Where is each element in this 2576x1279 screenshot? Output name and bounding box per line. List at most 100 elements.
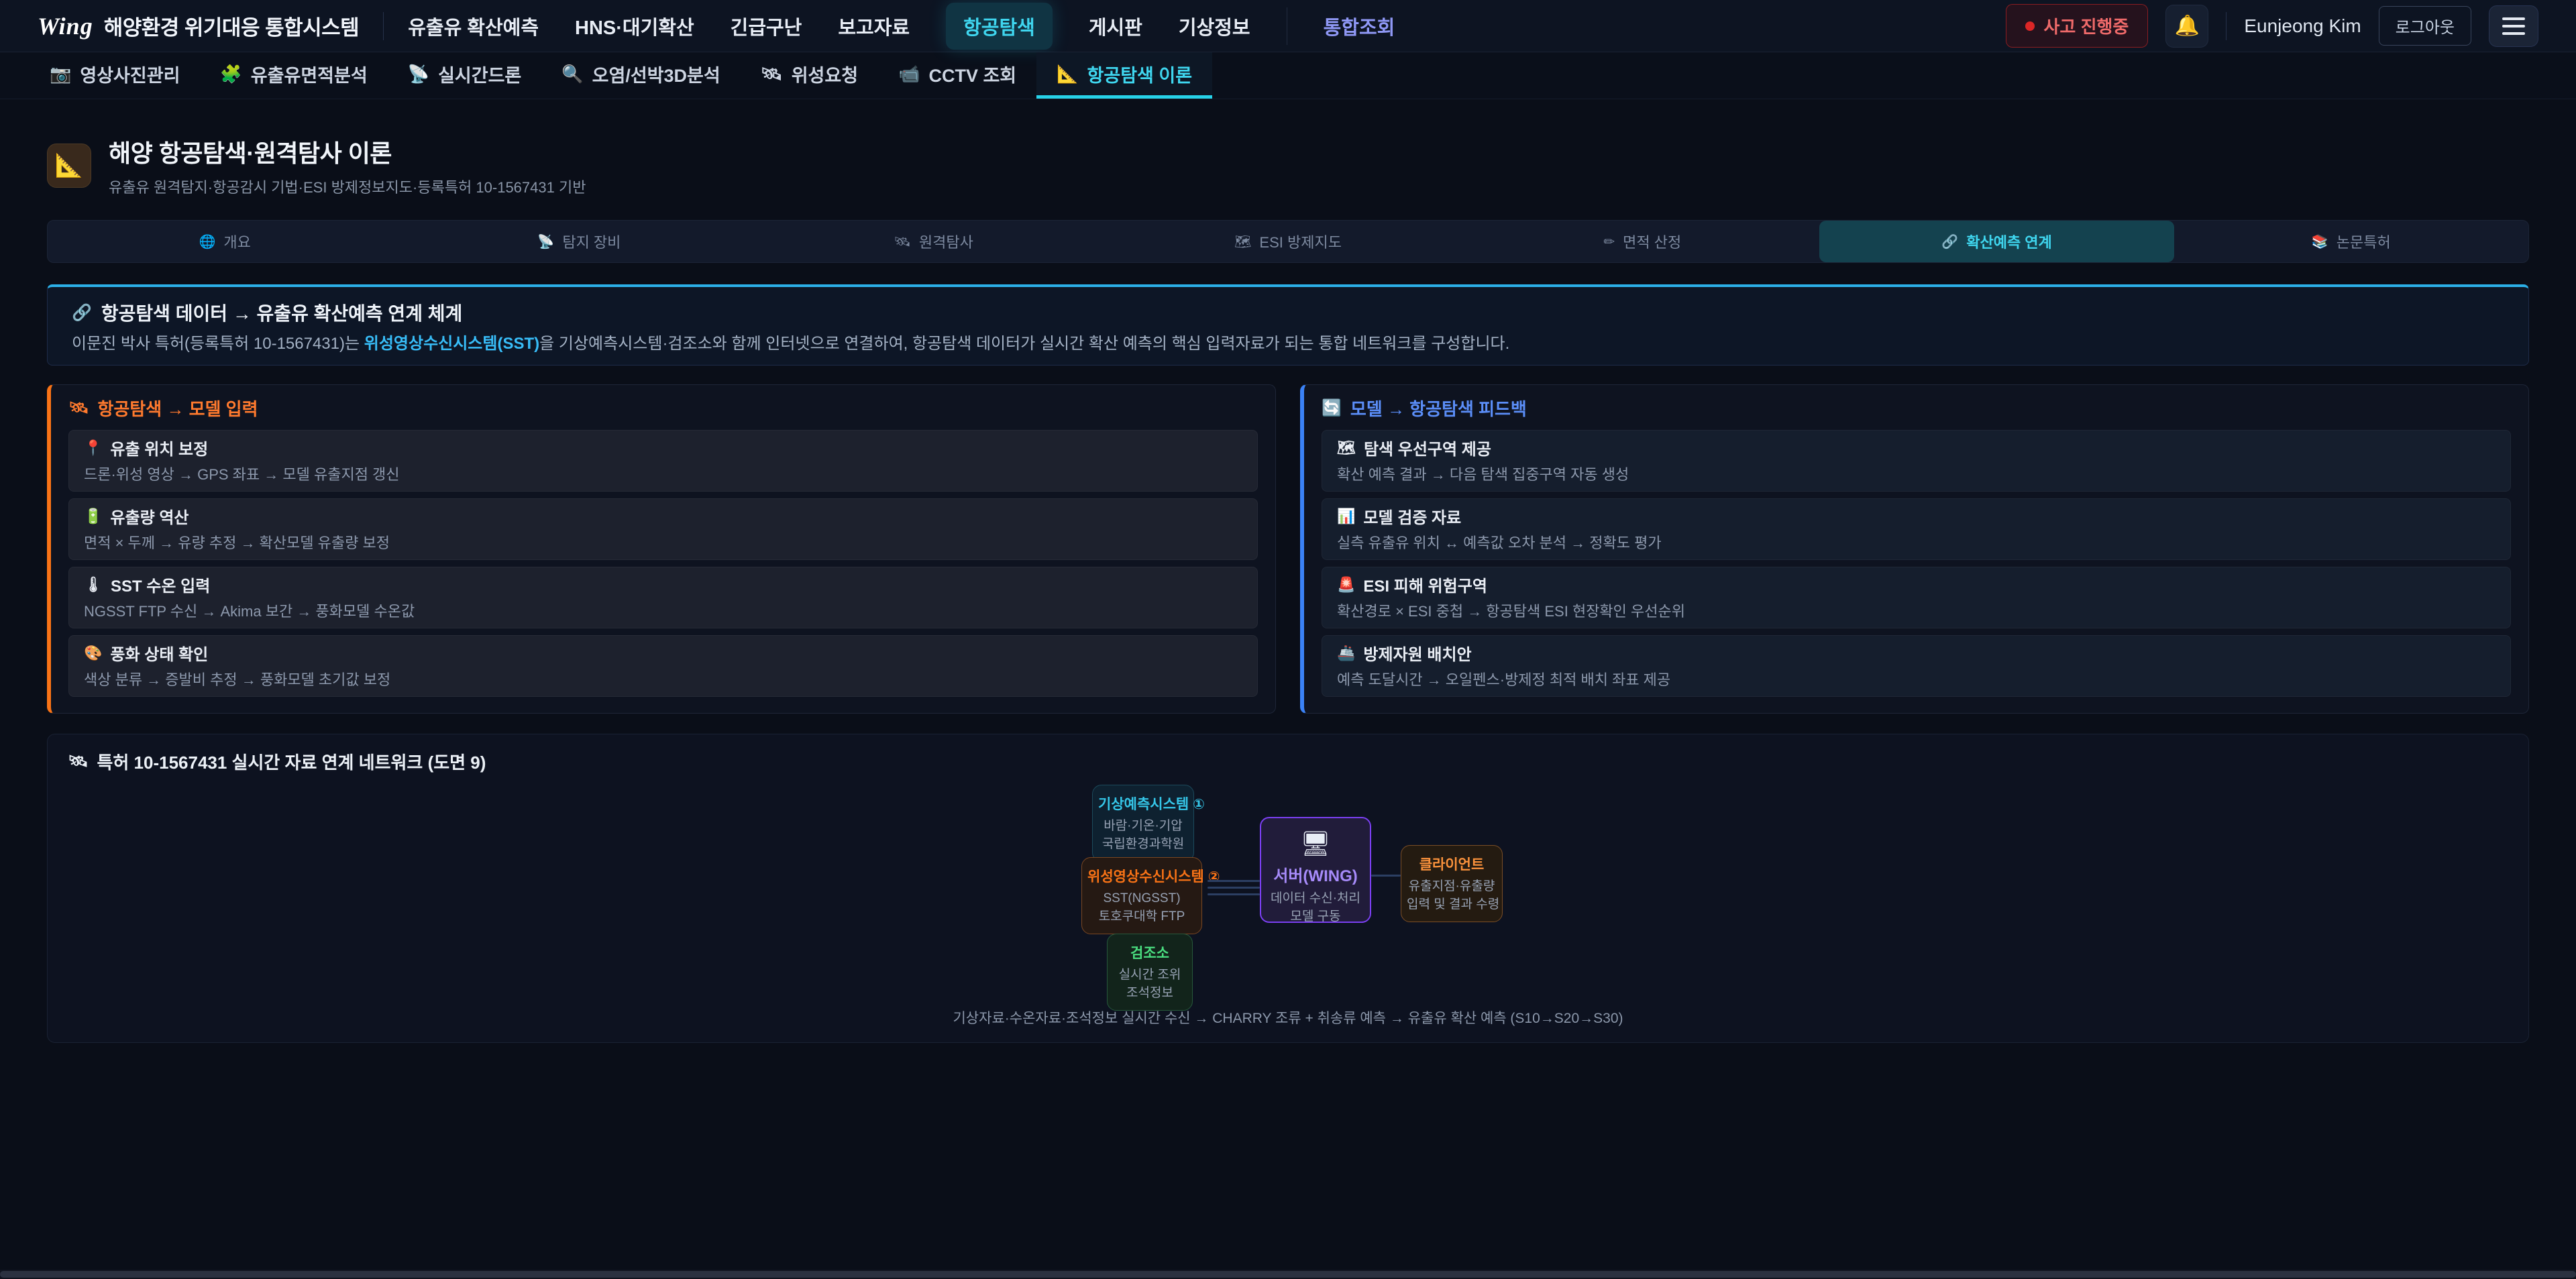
linkage-cards-row: 🛰 항공탐색 → 모델 입력 📍유출 위치 보정 드론·위성 영상 → GPS … — [47, 384, 2529, 714]
list-item-response-resources[interactable]: 🚢방제자원 배치안 예측 도달시간 → 오일펜스·방제정 최적 배치 좌표 제공 — [1322, 635, 2511, 697]
nav-board[interactable]: 게시판 — [1089, 12, 1142, 40]
siren-icon: 🚨 — [1337, 576, 1355, 594]
subnav-pollution-3d-analysis[interactable]: 🔍 오염/선박3D분석 — [541, 52, 740, 99]
horizontal-scrollbar[interactable] — [0, 1270, 2576, 1279]
page-title: 해양 항공탐색·원격탐사 이론 — [109, 134, 586, 169]
subnav-satellite-request[interactable]: 🛰 위성요청 — [741, 52, 878, 99]
subnav-label: 항공탐색 이론 — [1087, 61, 1193, 87]
item-desc: 실측 유출유 위치 ↔ 예측값 오차 분석 → 정확도 평가 — [1337, 531, 2496, 553]
nav-aerial-search[interactable]: 항공탐색 — [946, 3, 1053, 50]
connector-line — [1371, 875, 1401, 877]
tab-papers-patents[interactable]: 📚 논문특허 — [2174, 221, 2528, 262]
bar-chart-icon: 📊 — [1337, 508, 1355, 525]
header-right-cluster: 사고 진행중 🔔 Eunjeong Kim 로그아웃 — [2006, 4, 2539, 48]
nav-oil-spill-forecast[interactable]: 유출유 확산예측 — [408, 12, 539, 40]
node-wing-server[interactable]: 🖥 서버(WING) 데이터 수신·처리 모델 구동 — [1260, 817, 1371, 923]
theory-tab-strip: 🌐 개요 📡 탐지 장비 🛰 원격탐사 🗺 ESI 방제지도 ✏ 면적 산정 🔗 — [47, 220, 2529, 263]
item-title: 모델 검증 자료 — [1363, 504, 1461, 528]
subnav-photo-management[interactable]: 📷 영상사진관리 — [30, 52, 200, 99]
intro-title: 항공탐색 데이터 → 유출유 확산예측 연계 체계 — [101, 299, 462, 326]
tab-remote-sensing[interactable]: 🛰 원격탐사 — [757, 221, 1111, 262]
node-line: 모델 구동 — [1267, 907, 1364, 926]
list-item-esi-risk-zone[interactable]: 🚨ESI 피해 위험구역 확산경로 × ESI 중첩 → 항공탐색 ESI 현장… — [1322, 567, 2511, 628]
node-line: 실시간 조위 — [1113, 966, 1187, 984]
notifications-button[interactable]: 🔔 — [2165, 5, 2208, 48]
subnav-label: 유출유면적분석 — [251, 61, 368, 87]
triangle-ruler-icon: 📐 — [1057, 64, 1078, 85]
app-logo[interactable]: Wing 해양환경 위기대응 통합시스템 — [38, 11, 359, 41]
main-content: 📐 해양 항공탐색·원격탐사 이론 유출유 원격탐지·항공감시 기법·ESI 방… — [0, 99, 2576, 1043]
node-client[interactable]: 클라이언트 유출지점·유출량 입력 및 결과 수령 — [1401, 845, 1503, 922]
satellite-icon: 🛰 — [894, 233, 911, 250]
patent-network-panel: 🛰 특허 10-1567431 실시간 자료 연계 네트워크 (도면 9) 기상… — [47, 734, 2529, 1043]
incident-status-badge[interactable]: 사고 진행중 — [2006, 4, 2149, 48]
list-item-priority-zone[interactable]: 🗺탐색 우선구역 제공 확산 예측 결과 → 다음 탐색 집중구역 자동 생성 — [1322, 430, 2511, 492]
item-desc: 드론·위성 영상 → GPS 좌표 → 모델 유출지점 갱신 — [84, 463, 1242, 484]
tab-area-calculation[interactable]: ✏ 면적 산정 — [1465, 221, 1819, 262]
intro-desc-post: 을 기상예측시스템·검조소와 함께 인터넷으로 연결하여, 항공탐색 데이터가 … — [539, 335, 1509, 353]
sst-system-link[interactable]: 위성영상수신시스템(SST) — [364, 335, 539, 353]
tab-label: 개요 — [223, 231, 250, 252]
camera-icon: 📷 — [50, 64, 71, 85]
card-item-list: 📍유출 위치 보정 드론·위성 영상 → GPS 좌표 → 모델 유출지점 갱신… — [68, 430, 1258, 697]
tab-forecast-linkage[interactable]: 🔗 확산예측 연계 — [1819, 221, 2174, 262]
tab-esi-map[interactable]: 🗺 ESI 방제지도 — [1111, 221, 1465, 262]
list-item-spill-location[interactable]: 📍유출 위치 보정 드론·위성 영상 → GPS 좌표 → 모델 유출지점 갱신 — [68, 430, 1258, 492]
nav-integrated-search[interactable]: 통합조회 — [1324, 12, 1395, 40]
list-item-spill-volume[interactable]: 🔋유출량 역산 면적 × 두께 → 유량 추정 → 확산모델 유출량 보정 — [68, 498, 1258, 560]
list-item-model-validation[interactable]: 📊 모델 검증 자료 실측 유출유 위치 ↔ 예측값 오차 분석 → 정확도 평가 — [1322, 498, 2511, 560]
menu-button[interactable] — [2489, 5, 2538, 47]
card-title-row: 🛰 항공탐색 → 모델 입력 — [68, 396, 1258, 421]
subnav-label: 영상사진관리 — [80, 61, 180, 87]
thermometer-icon: 🌡 — [84, 576, 103, 594]
tab-detection-equipment[interactable]: 📡 탐지 장비 — [402, 221, 756, 262]
subnav-label: 위성요청 — [792, 61, 858, 87]
nav-weather-info[interactable]: 기상정보 — [1179, 12, 1250, 40]
menu-icon — [2502, 17, 2525, 20]
nav-hns-atmospheric[interactable]: HNS·대기확산 — [575, 12, 694, 40]
tab-label: 확산예측 연계 — [1966, 231, 2052, 252]
network-caption: 기상자료·수온자료·조석정보 실시간 수신 → CHARRY 조류 + 취송류 … — [68, 1007, 2508, 1027]
intro-description: 이문진 박사 특허(등록특허 10-1567431)는 위성영상수신시스템(SS… — [72, 334, 2504, 354]
card-title: 모델 → 항공탐색 피드백 — [1350, 396, 1527, 421]
node-line: 데이터 수신·처리 — [1267, 889, 1364, 907]
logout-button[interactable]: 로그아웃 — [2379, 6, 2471, 46]
item-desc: 면적 × 두께 → 유량 추정 → 확산모델 유출량 보정 — [84, 531, 1242, 553]
list-item-weathering-state[interactable]: 🎨풍화 상태 확인 색상 분류 → 증발비 추정 → 풍화모델 초기값 보정 — [68, 635, 1258, 697]
subnav-label: 오염/선박3D분석 — [592, 61, 720, 87]
subnav-cctv[interactable]: 📹 CCTV 조회 — [878, 52, 1036, 99]
node-weather-forecast-system[interactable]: 기상예측시스템 ① 바람·기온·기압 국립환경과학원 — [1092, 785, 1194, 862]
nav-emergency-rescue[interactable]: 긴급구난 — [731, 12, 802, 40]
satellite-icon: 🛰 — [761, 64, 783, 85]
intro-title-row: 🔗 항공탐색 데이터 → 유출유 확산예측 연계 체계 — [72, 299, 2504, 326]
node-line: 바람·기온·기압 — [1098, 817, 1188, 835]
tab-overview[interactable]: 🌐 개요 — [48, 221, 402, 262]
network-panel-title-row: 🛰 특허 10-1567431 실시간 자료 연계 네트워크 (도면 9) — [68, 749, 2508, 774]
node-line: 국립환경과학원 — [1098, 835, 1188, 853]
main-nav: 유출유 확산예측 HNS·대기확산 긴급구난 보고자료 항공탐색 게시판 기상정… — [408, 3, 1395, 50]
node-title: 위성영상수신시스템 ② — [1087, 866, 1196, 886]
node-satellite-receiving-system[interactable]: 위성영상수신시스템 ② SST(NGSST) 토호쿠대학 FTP — [1081, 857, 1202, 934]
drone-icon: 🛰 — [68, 398, 89, 418]
header-divider — [383, 12, 384, 40]
card-item-list: 🗺탐색 우선구역 제공 확산 예측 결과 → 다음 탐색 집중구역 자동 생성 … — [1322, 430, 2511, 697]
connector-line — [1208, 893, 1260, 895]
magnifier-icon: 🔍 — [561, 64, 583, 85]
palette-icon: 🎨 — [84, 645, 102, 662]
subnav-oil-area-analysis[interactable]: 🧩 유출유면적분석 — [200, 52, 387, 99]
item-title: 유출량 역산 — [110, 504, 189, 528]
subnav-realtime-drone[interactable]: 📡 실시간드론 — [388, 52, 542, 99]
user-name: Eunjeong Kim — [2244, 15, 2361, 37]
scrollbar-thumb[interactable] — [0, 1271, 2576, 1278]
menu-icon — [2502, 25, 2525, 27]
node-line: 조석정보 — [1113, 984, 1187, 1002]
item-title: 유출 위치 보정 — [110, 436, 208, 459]
intro-desc-pre: 이문진 박사 특허(등록특허 10-1567431)는 — [72, 335, 364, 353]
item-desc: 예측 도달시간 → 오일펜스·방제정 최적 배치 좌표 제공 — [1337, 668, 2496, 689]
node-line: 입력 및 결과 수령 — [1407, 895, 1497, 913]
list-item-sst-input[interactable]: 🌡SST 수온 입력 NGSST FTP 수신 → Akima 보간 → 풍화모… — [68, 567, 1258, 628]
linkage-intro-panel: 🔗 항공탐색 데이터 → 유출유 확산예측 연계 체계 이문진 박사 특허(등록… — [47, 284, 2529, 366]
subnav-aerial-search-theory[interactable]: 📐 항공탐색 이론 — [1036, 52, 1212, 99]
node-tide-station[interactable]: 검조소 실시간 조위 조석정보 — [1107, 934, 1193, 1011]
nav-reports[interactable]: 보고자료 — [838, 12, 910, 40]
